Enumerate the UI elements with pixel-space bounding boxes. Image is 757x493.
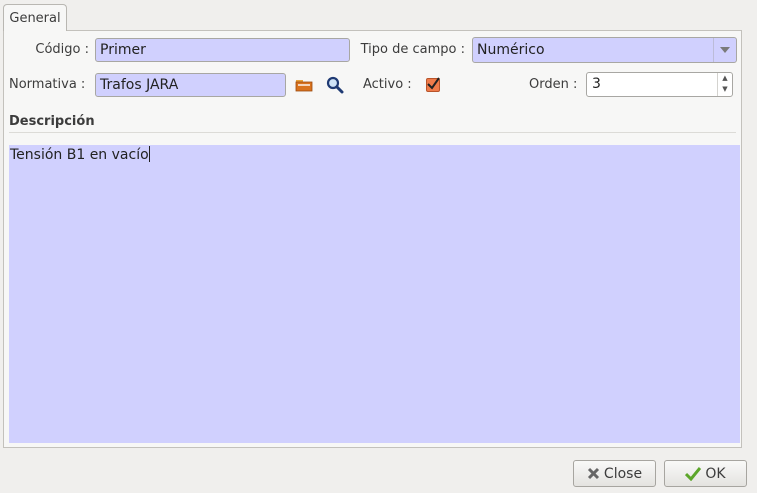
orden-value: 3 [592, 76, 601, 92]
ok-button[interactable]: OK [664, 460, 747, 487]
close-button[interactable]: Close [573, 460, 656, 487]
normativa-field[interactable]: Trafos JARA [95, 73, 286, 97]
tipo-campo-label: Tipo de campo : [360, 42, 465, 57]
tab-general[interactable]: General [3, 4, 67, 31]
activo-label: Activo : [363, 77, 412, 92]
checkmark-icon [685, 466, 702, 481]
descripcion-title: Descripción [9, 114, 95, 129]
activo-checkbox[interactable] [426, 77, 440, 92]
tab-general-label: General [9, 10, 61, 26]
section-divider [9, 132, 736, 133]
codigo-label: Código : [35, 42, 89, 57]
text-caret [148, 146, 150, 162]
close-button-label: Close [603, 465, 643, 482]
dropdown-arrow-icon[interactable] [713, 38, 736, 62]
orden-spin-buttons[interactable]: ▲ ▼ [717, 73, 732, 96]
general-panel: Código : Primer Tipo de campo : Numérico… [3, 30, 742, 448]
folder-open-icon[interactable] [295, 76, 313, 94]
codigo-field[interactable]: Primer [95, 38, 350, 62]
tipo-campo-value: Numérico [477, 42, 545, 58]
ok-button-label: OK [705, 465, 726, 482]
search-icon[interactable] [326, 76, 344, 94]
orden-spinbox[interactable]: 3 ▲ ▼ [586, 72, 733, 97]
close-icon [587, 467, 599, 480]
descripcion-textarea[interactable]: Tensión B1 en vacío [9, 145, 740, 443]
tipo-campo-select[interactable]: Numérico [472, 37, 737, 63]
normativa-label: Normativa : [9, 77, 86, 92]
descripcion-text: Tensión B1 en vacío [10, 147, 149, 163]
orden-label: Orden : [529, 77, 578, 92]
spin-down-icon[interactable]: ▼ [718, 84, 732, 95]
